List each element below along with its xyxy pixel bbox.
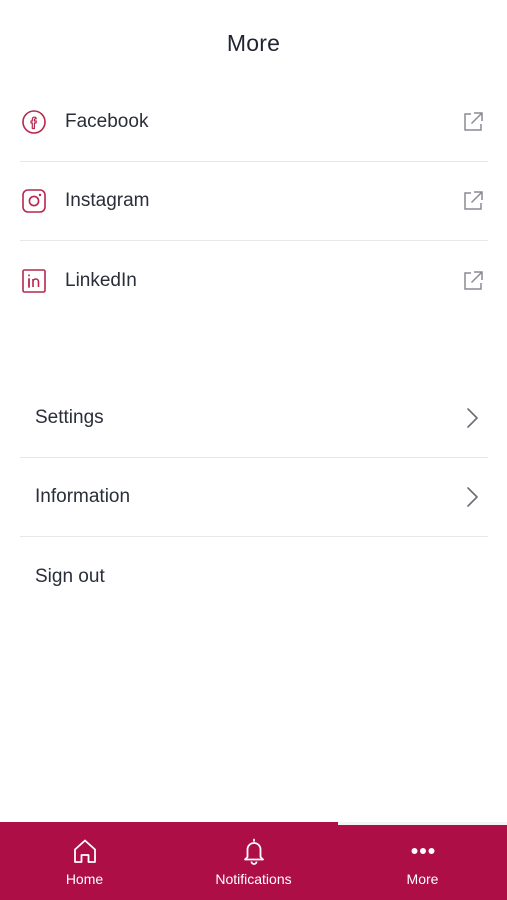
instagram-icon: [21, 188, 47, 214]
settings-label: Settings: [35, 407, 104, 428]
bell-icon: [239, 836, 269, 866]
social-links-list: Facebook Instagram LinkedIn: [20, 83, 488, 320]
external-link-icon: [460, 268, 486, 294]
external-link-icon: [460, 188, 486, 214]
home-icon: [70, 836, 100, 866]
settings-menu-list: Settings Information Sign out: [20, 379, 488, 616]
page-title: More: [226, 29, 281, 56]
linkedin-link[interactable]: LinkedIn: [20, 241, 488, 320]
tab-home[interactable]: Home: [0, 822, 169, 900]
chevron-right-icon: [462, 406, 482, 430]
more-dots-icon: [408, 836, 438, 866]
sign-out-item[interactable]: Sign out: [20, 537, 488, 616]
external-link-icon: [460, 109, 486, 135]
settings-item[interactable]: Settings: [20, 379, 488, 458]
tab-more[interactable]: More: [338, 822, 507, 900]
header: More: [0, 0, 507, 86]
instagram-label: Instagram: [65, 190, 150, 211]
facebook-label: Facebook: [65, 111, 149, 132]
tab-notifications[interactable]: Notifications: [169, 822, 338, 900]
facebook-link[interactable]: Facebook: [20, 83, 488, 162]
tab-bar-edge: [338, 822, 507, 825]
linkedin-icon: [21, 268, 47, 294]
sign-out-label: Sign out: [35, 565, 105, 587]
information-label: Information: [35, 486, 131, 507]
bottom-tab-bar: Home Notifications More: [0, 822, 507, 900]
information-item[interactable]: Information: [20, 458, 488, 537]
chevron-right-icon: [462, 485, 482, 509]
facebook-icon: [21, 109, 47, 135]
tab-notifications-label: Notifications: [215, 871, 292, 887]
linkedin-label: LinkedIn: [65, 269, 137, 291]
tab-home-label: Home: [65, 871, 104, 887]
tab-more-label: More: [406, 871, 439, 887]
instagram-link[interactable]: Instagram: [20, 162, 488, 241]
